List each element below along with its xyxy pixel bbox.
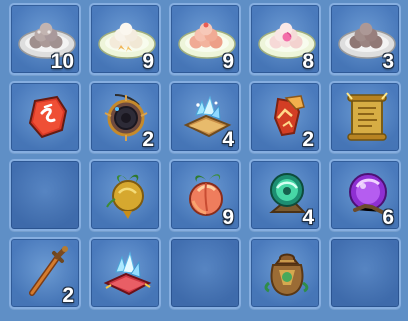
inventory-slot[interactable]: 2 [249, 81, 321, 153]
inventory-slot-empty[interactable] [329, 237, 401, 309]
inventory-slot[interactable]: 6 [329, 159, 401, 231]
item-count: 9 [222, 206, 234, 229]
item-count: 8 [302, 50, 314, 73]
treasure-bag-icon [264, 253, 309, 297]
inventory-slot[interactable]: 9 [169, 159, 241, 231]
inventory-slot[interactable]: 4 [169, 81, 241, 153]
inventory-slot[interactable]: 9 [169, 3, 241, 75]
item-count: 2 [62, 284, 74, 307]
inventory-slot[interactable]: 4 [249, 159, 321, 231]
item-count: 10 [50, 50, 74, 73]
item-count: 6 [382, 206, 394, 229]
red-rune-stone-icon [28, 95, 68, 139]
inventory-slot[interactable] [249, 237, 321, 309]
golden-scroll-icon [346, 92, 388, 141]
item-count: 4 [222, 128, 234, 151]
inventory-slot[interactable]: 10 [9, 3, 81, 75]
inventory-slot-empty[interactable] [9, 159, 81, 231]
item-count: 9 [222, 50, 234, 73]
item-count: 2 [302, 128, 314, 151]
inventory-slot[interactable] [329, 81, 401, 153]
inventory-slot[interactable] [89, 237, 161, 309]
inventory-slot[interactable]: 2 [9, 237, 81, 309]
inventory-slot[interactable]: 9 [89, 3, 161, 75]
item-count: 2 [142, 128, 154, 151]
inventory-slot[interactable]: 8 [249, 3, 321, 75]
inventory-slot[interactable] [89, 159, 161, 231]
inventory-slot-empty[interactable] [169, 237, 241, 309]
item-count: 4 [302, 206, 314, 229]
inventory-slot[interactable]: 3 [329, 3, 401, 75]
item-count: 3 [382, 50, 394, 73]
crystal-cushion-icon [103, 251, 152, 296]
inventory-slot[interactable]: 2 [89, 81, 161, 153]
item-count: 9 [142, 50, 154, 73]
inventory-grid: 10 9 9 8 3 2 4 2 9 4 6 2 [9, 3, 407, 321]
inventory-slot[interactable] [9, 81, 81, 153]
gold-turnip-icon [106, 174, 144, 219]
